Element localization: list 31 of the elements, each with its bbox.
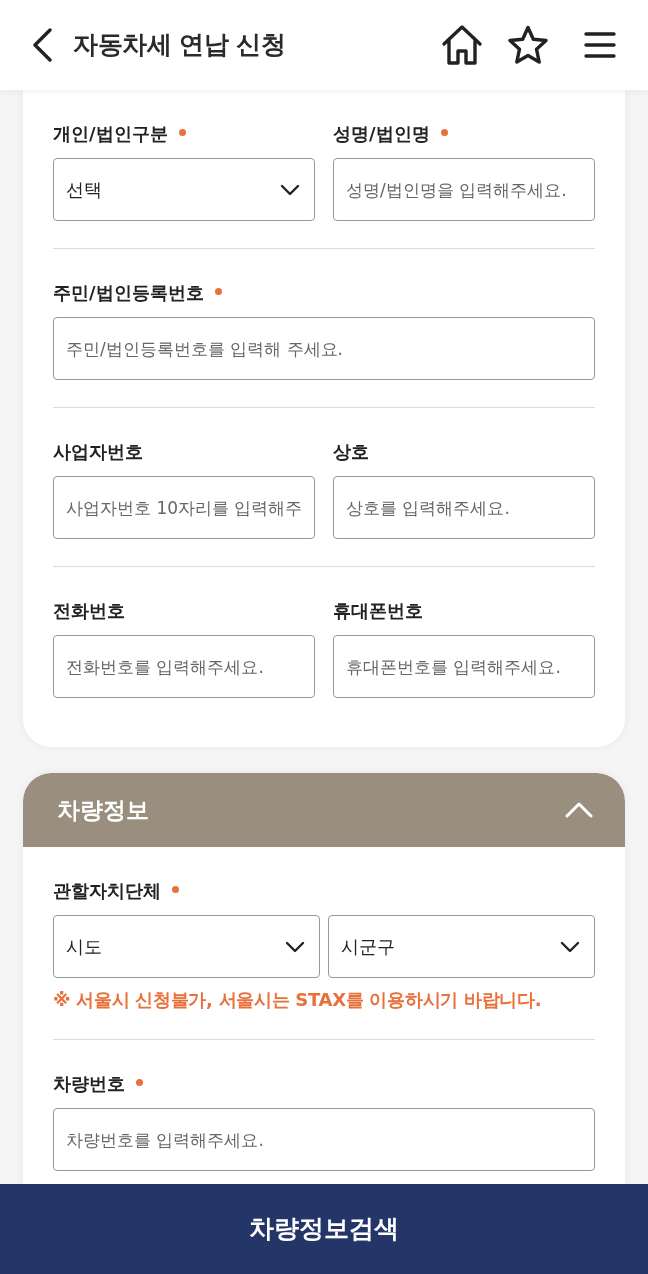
field-label: 휴대폰번호 (333, 599, 423, 623)
field-label: 개인/법인구분 (53, 122, 168, 146)
input-field[interactable]: 차량번호를 입력해주세요. (53, 1108, 595, 1171)
warning-note: ※ 서울시 신청불가, 서울시는 STAX를 이용하시기 바랍니다. (53, 988, 543, 1012)
input-field[interactable]: 사업자번호 10자리를 입력해주 (53, 476, 315, 539)
input-field[interactable]: 전화번호를 입력해주세요. (53, 635, 315, 698)
field-label: 상호 (333, 440, 369, 464)
input-field[interactable]: 휴대폰번호를 입력해주세요. (333, 635, 595, 698)
chevron-down-icon (280, 183, 300, 196)
menu-icon[interactable] (584, 31, 616, 59)
dropdown[interactable]: 시군구 (328, 915, 595, 978)
dropdown[interactable]: 선택 (53, 158, 315, 221)
section-title: 차량정보 (57, 795, 149, 825)
field-label: 전화번호 (53, 599, 125, 623)
input-field[interactable]: 주민/법인등록번호를 입력해 주세요. (53, 317, 595, 380)
back-icon[interactable] (32, 28, 52, 62)
input-field[interactable]: 성명/법인명을 입력해주세요. (333, 158, 595, 221)
field-label: 주민/법인등록번호 (53, 281, 204, 305)
field-label: 관할자치단체 (53, 879, 161, 903)
search-button[interactable]: 차량정보검색 (0, 1184, 648, 1274)
field-label: 성명/법인명 (333, 122, 430, 146)
home-icon[interactable] (441, 24, 483, 66)
chevron-down-icon (285, 940, 305, 953)
input-field[interactable]: 상호를 입력해주세요. (333, 476, 595, 539)
field-label: 차량번호 (53, 1072, 125, 1096)
dropdown[interactable]: 시도 (53, 915, 320, 978)
page-title: 자동차세 연납 신청 (73, 29, 286, 62)
chevron-up-icon[interactable] (565, 802, 593, 818)
chevron-down-icon (560, 940, 580, 953)
star-icon[interactable] (507, 25, 549, 65)
field-label: 사업자번호 (53, 440, 143, 464)
